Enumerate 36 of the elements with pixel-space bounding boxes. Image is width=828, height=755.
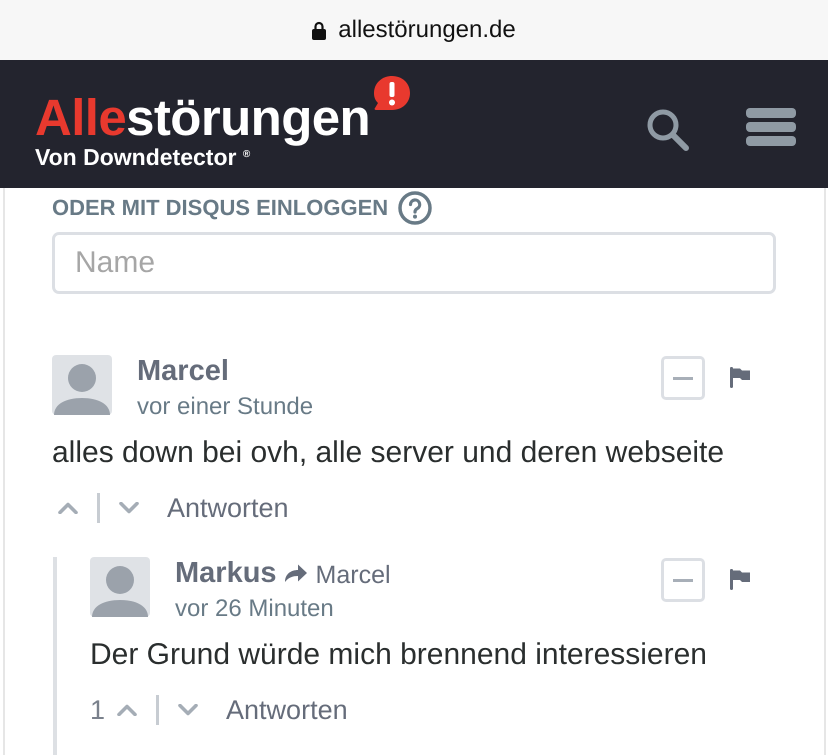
exclamation-bubble-icon <box>373 75 412 112</box>
logo-tagline: Von Downdetector $^{®}$ <box>35 144 250 170</box>
chevron-up-icon <box>117 704 138 716</box>
flag-icon[interactable] <box>730 367 750 388</box>
author-name[interactable]: Markus <box>175 557 277 589</box>
avatar-icon[interactable] <box>52 355 112 415</box>
downvote-button[interactable] <box>119 502 139 514</box>
url-text[interactable]: allestörungen.de <box>338 16 516 44</box>
reply-button[interactable]: Antworten <box>167 492 289 524</box>
logo-wordmark[interactable]: Allestörungen <box>35 92 370 144</box>
reply-arrow-icon <box>284 563 308 583</box>
name-field[interactable]: Name <box>52 232 776 294</box>
flag-icon[interactable] <box>730 569 750 590</box>
chevron-down-icon <box>178 704 198 716</box>
minus-icon <box>673 578 693 582</box>
menu-button[interactable] <box>746 108 796 146</box>
author-name[interactable]: Marcel <box>137 355 229 387</box>
collapse-button[interactable] <box>661 356 705 400</box>
comment-text: Der Grund würde mich brennend interessieren <box>90 638 708 672</box>
avatar-icon[interactable] <box>90 557 150 617</box>
search-button[interactable] <box>646 108 690 151</box>
comment-time[interactable]: vor einer Stunde <box>137 393 314 421</box>
reply-to-name[interactable]: Marcel <box>316 560 391 590</box>
login-heading: ODER MIT DISQUS EINLOGGEN <box>52 195 388 221</box>
comment-time[interactable]: vor 26 Minuten <box>175 595 334 623</box>
chevron-up-icon <box>58 502 78 514</box>
chevron-down-icon <box>119 502 139 514</box>
comment-text: alles down bei ovh, alle server und deren webseite <box>52 436 726 470</box>
help-icon[interactable] <box>398 191 432 225</box>
menu-icon <box>746 108 796 146</box>
downvote-button[interactable] <box>178 704 198 716</box>
reply-button[interactable]: Antworten <box>226 694 348 726</box>
search-icon <box>646 108 690 151</box>
minus-icon <box>673 376 693 380</box>
vote-count: 1 <box>90 694 106 726</box>
collapse-button[interactable] <box>661 558 705 602</box>
